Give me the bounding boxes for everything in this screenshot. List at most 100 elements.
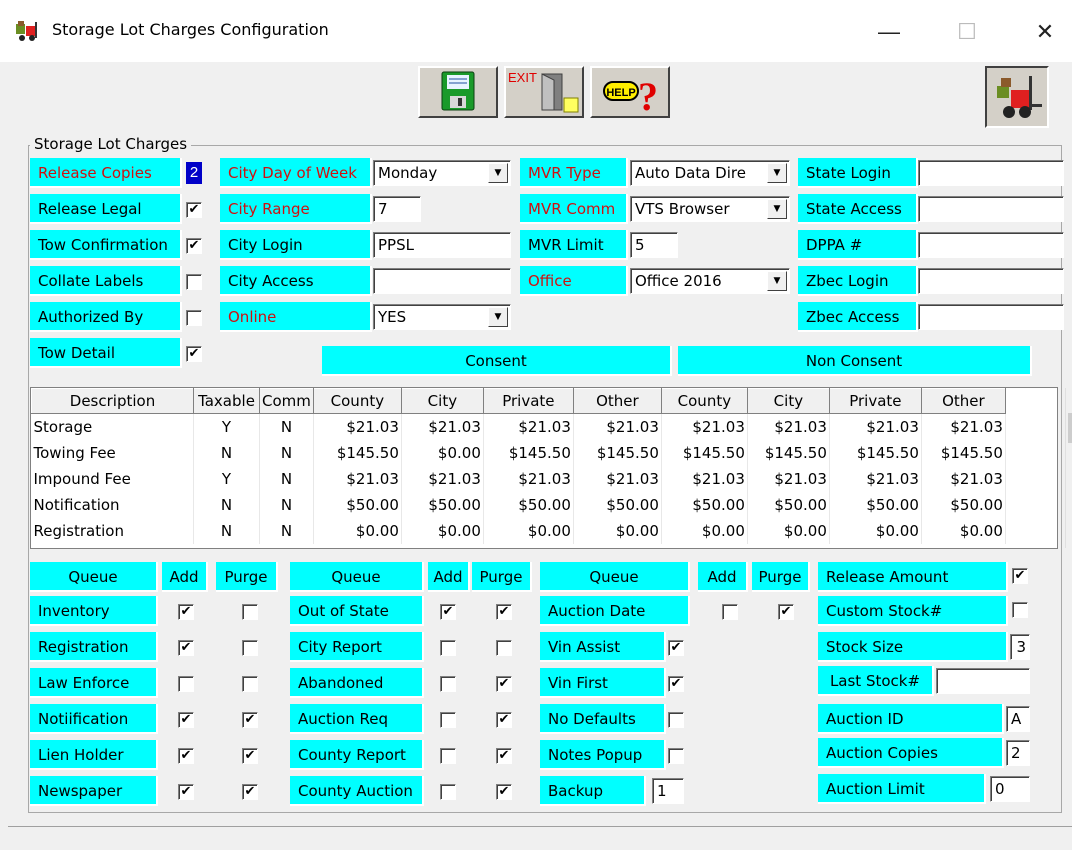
minimize-button[interactable]: — (866, 14, 912, 50)
table-cell[interactable]: Storage (31, 413, 194, 440)
queue-abandoned-purge-checkbox[interactable]: ✔ (496, 676, 512, 692)
queue-auction-date-add-checkbox[interactable] (722, 604, 738, 620)
queue-lien-holder-purge-checkbox[interactable]: ✔ (242, 748, 258, 764)
table-row[interactable]: Impound Fee Y N $21.03 $21.03 $21.03 $21.03 $21… (31, 465, 1006, 492)
column-header-other[interactable]: Other (920, 388, 1006, 414)
table-cell[interactable]: N (259, 413, 314, 440)
table-cell[interactable]: $0.00 (313, 517, 402, 544)
tow-confirmation-checkbox[interactable]: ✔ (186, 238, 202, 254)
queue-lien-holder-add-checkbox[interactable]: ✔ (178, 748, 194, 764)
scroll-up-icon[interactable]: ▲ (1066, 390, 1072, 412)
table-row[interactable]: Storage Y N $21.03 $21.03 $21.03 $21.03 $21.03 $… (31, 413, 1006, 440)
help-button[interactable]: HELP ? (590, 66, 670, 119)
state-access-input[interactable] (918, 196, 1064, 222)
tow-detail-checkbox[interactable]: ✔ (186, 346, 202, 362)
save-button[interactable] (418, 66, 498, 118)
column-header-comm[interactable]: Comm (259, 388, 314, 414)
queue-out-of-state-add-checkbox[interactable]: ✔ (440, 604, 456, 620)
queue-county-report-purge-checkbox[interactable]: ✔ (496, 748, 512, 764)
column-header-county[interactable]: County (660, 388, 748, 414)
table-cell[interactable]: $21.03 (483, 413, 574, 440)
queue-auction-date-purge-checkbox[interactable]: ✔ (778, 604, 794, 620)
table-cell[interactable]: $21.03 (829, 465, 922, 492)
auction-copies-input[interactable]: 2 (1006, 740, 1030, 766)
table-cell[interactable]: Registration (31, 517, 194, 544)
table-cell[interactable]: N (259, 517, 314, 544)
table-cell[interactable]: $21.03 (483, 465, 574, 492)
scroll-thumb[interactable] (1068, 413, 1072, 443)
column-header-city[interactable]: City (746, 388, 830, 414)
table-cell[interactable]: $50.00 (313, 491, 402, 518)
chevron-down-icon[interactable]: ▼ (767, 271, 787, 291)
table-cell[interactable]: N (259, 491, 314, 518)
table-cell[interactable]: N (259, 465, 314, 492)
state-login-input[interactable] (918, 160, 1064, 186)
queue-auction-req-purge-checkbox[interactable]: ✔ (496, 712, 512, 728)
table-cell[interactable]: $21.03 (661, 413, 748, 440)
queue-inventory-purge-checkbox[interactable] (242, 604, 258, 620)
table-cell[interactable]: N (259, 439, 314, 466)
table-cell[interactable]: $21.03 (661, 465, 748, 492)
queue-notiification-add-checkbox[interactable]: ✔ (178, 712, 194, 728)
queue-newspaper-add-checkbox[interactable]: ✔ (178, 784, 194, 800)
table-cell[interactable]: $21.03 (573, 413, 662, 440)
city-day-of-week-select[interactable]: Monday ▼ (373, 160, 511, 186)
chevron-down-icon[interactable]: ▼ (767, 199, 787, 219)
custom-stock-checkbox[interactable] (1012, 602, 1028, 618)
table-cell[interactable]: $145.50 (829, 439, 922, 466)
table-row[interactable]: Registration N N $0.00 $0.00 $0.00 $0.00 $0.00 $… (31, 517, 1006, 544)
table-cell[interactable]: $21.03 (401, 413, 484, 440)
online-select[interactable]: YES ▼ (373, 304, 511, 330)
notes-popup-checkbox[interactable] (668, 748, 684, 764)
dppa-input[interactable] (918, 232, 1064, 258)
table-cell[interactable]: N (193, 439, 260, 466)
mvr-type-select[interactable]: Auto Data Dire ▼ (630, 160, 790, 186)
vin-assist-checkbox[interactable]: ✔ (668, 640, 684, 656)
queue-law-enforce-add-checkbox[interactable] (178, 676, 194, 692)
queue-county-auction-purge-checkbox[interactable]: ✔ (496, 784, 512, 800)
stock-size-input[interactable]: 3 (1010, 634, 1030, 660)
vin-first-checkbox[interactable]: ✔ (668, 676, 684, 692)
city-login-input[interactable]: PPSL (373, 232, 511, 258)
column-header-taxable[interactable]: Taxable (193, 388, 260, 414)
chevron-down-icon[interactable]: ▼ (767, 163, 787, 183)
table-cell[interactable]: $50.00 (401, 491, 484, 518)
zbec-login-input[interactable] (918, 268, 1064, 294)
table-cell[interactable]: $0.00 (483, 517, 574, 544)
table-cell[interactable]: $21.03 (313, 413, 402, 440)
chevron-down-icon[interactable]: ▼ (488, 163, 508, 183)
table-cell[interactable]: $21.03 (573, 465, 662, 492)
backup-input[interactable]: 1 (652, 778, 684, 804)
city-access-input[interactable] (373, 268, 511, 294)
queue-law-enforce-purge-checkbox[interactable] (242, 676, 258, 692)
queue-inventory-add-checkbox[interactable]: ✔ (178, 604, 194, 620)
table-cell[interactable]: N (193, 491, 260, 518)
grid-vertical-scrollbar[interactable]: ▲ ▼ (1065, 388, 1072, 548)
mvr-limit-input[interactable]: 5 (630, 232, 678, 258)
queue-county-report-add-checkbox[interactable] (440, 748, 456, 764)
column-header-description[interactable]: Description (31, 388, 194, 414)
table-cell[interactable]: $0.00 (401, 517, 484, 544)
queue-notiification-purge-checkbox[interactable]: ✔ (242, 712, 258, 728)
chevron-down-icon[interactable]: ▼ (488, 307, 508, 327)
forklift-button[interactable] (985, 66, 1049, 128)
table-cell[interactable]: $50.00 (573, 491, 662, 518)
office-select[interactable]: Office 2016 ▼ (630, 268, 790, 294)
table-cell[interactable]: $50.00 (921, 491, 1006, 518)
no-defaults-checkbox[interactable] (668, 712, 684, 728)
table-cell[interactable]: $21.03 (313, 465, 402, 492)
table-cell[interactable]: $145.50 (661, 439, 748, 466)
queue-registration-purge-checkbox[interactable] (242, 640, 258, 656)
table-cell[interactable]: $145.50 (747, 439, 830, 466)
close-button[interactable]: ✕ (1022, 14, 1068, 50)
queue-city-report-purge-checkbox[interactable] (496, 640, 512, 656)
queue-registration-add-checkbox[interactable]: ✔ (178, 640, 194, 656)
queue-auction-req-add-checkbox[interactable] (440, 712, 456, 728)
collate-labels-checkbox[interactable] (186, 274, 202, 290)
table-cell[interactable]: $0.00 (921, 517, 1006, 544)
table-cell[interactable]: Y (193, 465, 260, 492)
city-range-input[interactable]: 7 (373, 196, 421, 222)
column-header-private[interactable]: Private (482, 388, 574, 414)
table-cell[interactable]: Impound Fee (31, 465, 194, 492)
table-cell[interactable]: $21.03 (921, 465, 1006, 492)
